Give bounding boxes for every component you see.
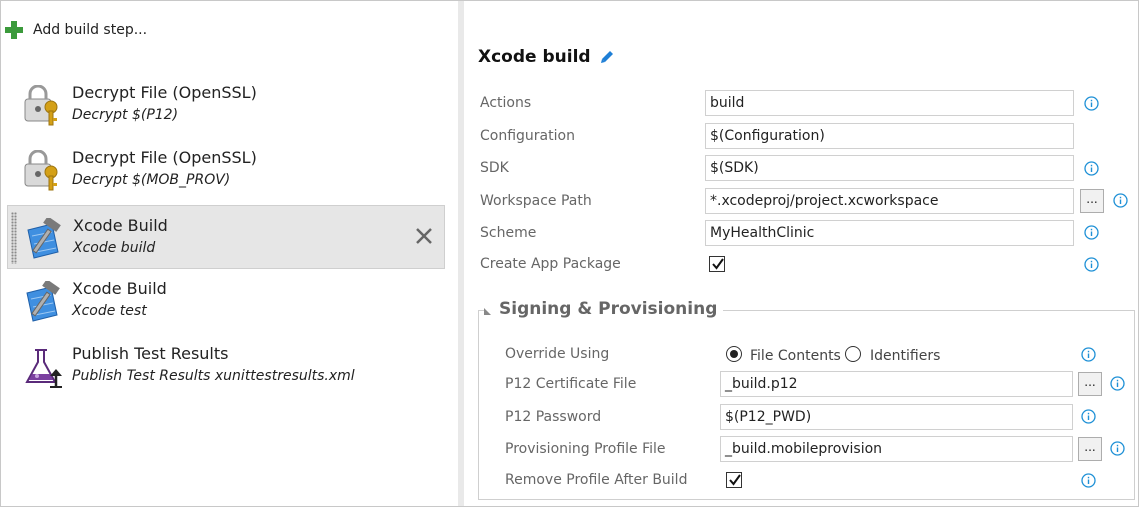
step-title: Decrypt File (OpenSSL)	[72, 83, 257, 102]
checkmark-icon	[729, 474, 741, 486]
info-icon[interactable]	[1081, 409, 1096, 424]
add-build-step-button[interactable]: Add build step...	[5, 19, 147, 41]
create-app-package-checkbox[interactable]	[709, 256, 725, 272]
radio-identifiers[interactable]	[845, 346, 861, 362]
p12-password-label: P12 Password	[505, 409, 602, 425]
xcode-hammer-icon	[27, 218, 61, 259]
checkmark-icon	[712, 258, 724, 270]
create-app-package-row: Create App Package	[480, 250, 1135, 280]
radio-file-contents[interactable]	[726, 346, 742, 362]
step-title: Xcode Build	[73, 216, 168, 235]
provisioning-profile-input[interactable]: _build.mobileprovision	[720, 436, 1073, 462]
info-icon[interactable]	[1110, 441, 1125, 456]
info-icon[interactable]	[1084, 96, 1099, 111]
info-icon[interactable]	[1081, 473, 1096, 488]
step-subtitle: Publish Test Results xunittestresults.xm…	[72, 368, 355, 384]
scheme-input[interactable]: MyHealthClinic	[705, 220, 1074, 246]
p12-password-input[interactable]: $(P12_PWD)	[720, 404, 1073, 430]
p12-password-row: P12 Password $(P12_PWD)	[505, 403, 1135, 433]
workspace-browse-button[interactable]: ...	[1080, 189, 1104, 213]
build-step-item[interactable]: Publish Test Results Publish Test Result…	[7, 334, 445, 398]
actions-label: Actions	[480, 95, 532, 111]
key-lock-icon	[24, 150, 58, 191]
sdk-input[interactable]: $(SDK)	[705, 155, 1074, 181]
remove-profile-checkbox[interactable]	[726, 472, 742, 488]
signing-group-header[interactable]: Signing & Provisioning	[484, 299, 724, 319]
workspace-path-row: Workspace Path *.xcodeproj/project.xcwor…	[480, 187, 1135, 217]
radio-file-contents-label: File Contents	[750, 348, 841, 364]
provisioning-profile-row: Provisioning Profile File _build.mobilep…	[505, 435, 1135, 465]
collapse-triangle-icon	[484, 307, 491, 315]
radio-identifiers-label: Identifiers	[870, 348, 941, 364]
build-steps-pane: Add build step... Decrypt File (OpenSSL)…	[1, 1, 456, 506]
configuration-row: Configuration $(Configuration)	[480, 122, 1135, 152]
step-title: Publish Test Results	[72, 344, 229, 363]
build-definition-editor: Add build step... Decrypt File (OpenSSL)…	[0, 0, 1139, 507]
sdk-label: SDK	[480, 160, 509, 176]
profile-browse-button[interactable]: ...	[1078, 437, 1102, 461]
signing-group-title: Signing & Provisioning	[499, 299, 718, 319]
step-subtitle: Xcode build	[73, 240, 156, 256]
actions-input[interactable]: build	[705, 90, 1074, 116]
build-step-item[interactable]: Decrypt File (OpenSSL) Decrypt $(P12)	[7, 73, 445, 137]
step-subtitle: Decrypt $(MOB_PROV)	[72, 172, 231, 188]
scheme-row: Scheme MyHealthClinic	[480, 219, 1135, 249]
p12-certificate-input[interactable]: _build.p12	[720, 371, 1073, 397]
pencil-icon[interactable]	[599, 49, 615, 65]
info-icon[interactable]	[1084, 161, 1099, 176]
info-icon[interactable]	[1113, 193, 1128, 208]
remove-profile-row: Remove Profile After Build	[505, 466, 1135, 496]
step-subtitle: Xcode test	[72, 303, 147, 319]
workspace-path-input[interactable]: *.xcodeproj/project.xcworkspace	[705, 188, 1074, 214]
flask-upload-icon	[25, 349, 62, 388]
drag-handle[interactable]	[11, 212, 17, 264]
build-step-item[interactable]: Xcode Build Xcode test	[7, 269, 445, 333]
step-title: Decrypt File (OpenSSL)	[72, 148, 257, 167]
remove-profile-label: Remove Profile After Build	[505, 472, 688, 488]
build-step-item-selected[interactable]: Xcode Build Xcode build	[7, 205, 445, 269]
add-build-step-label: Add build step...	[33, 22, 148, 38]
info-icon[interactable]	[1081, 347, 1096, 362]
configuration-label: Configuration	[480, 128, 575, 144]
override-using-label: Override Using	[505, 346, 610, 362]
task-details-pane: Xcode build Actions build Configuration …	[464, 1, 1138, 506]
workspace-path-label: Workspace Path	[480, 193, 592, 209]
configuration-input[interactable]: $(Configuration)	[705, 123, 1074, 149]
step-subtitle: Decrypt $(P12)	[72, 107, 179, 123]
scheme-label: Scheme	[480, 225, 537, 241]
key-lock-icon	[24, 85, 58, 126]
override-using-row: Override Using File Contents Identifiers	[505, 340, 1135, 370]
info-icon[interactable]	[1084, 225, 1099, 240]
close-icon[interactable]	[412, 224, 436, 248]
task-title: Xcode build	[478, 47, 615, 67]
sdk-row: SDK $(SDK)	[480, 154, 1135, 184]
p12-certificate-row: P12 Certificate File _build.p12 ...	[505, 370, 1135, 400]
task-title-text: Xcode build	[478, 47, 591, 67]
plus-icon	[5, 21, 23, 39]
step-title: Xcode Build	[72, 279, 167, 298]
actions-row: Actions build	[480, 89, 1135, 119]
info-icon[interactable]	[1084, 257, 1099, 272]
xcode-hammer-icon	[26, 281, 60, 322]
p12-certificate-label: P12 Certificate File	[505, 376, 637, 392]
build-step-item[interactable]: Decrypt File (OpenSSL) Decrypt $(MOB_PRO…	[7, 138, 445, 202]
p12-browse-button[interactable]: ...	[1078, 372, 1102, 396]
group-border	[700, 310, 1135, 311]
info-icon[interactable]	[1110, 376, 1125, 391]
provisioning-profile-label: Provisioning Profile File	[505, 441, 666, 457]
create-app-package-label: Create App Package	[480, 256, 621, 272]
